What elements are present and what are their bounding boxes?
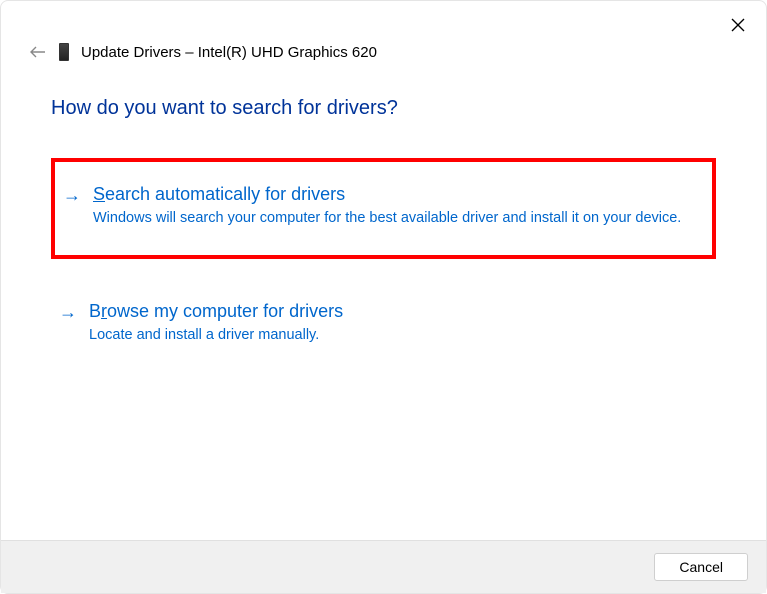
dialog-title: Update Drivers – Intel(R) UHD Graphics 6… [81,44,377,61]
arrow-right-icon: → [63,184,81,206]
option-search-auto[interactable]: → Search automatically for drivers Windo… [51,158,716,259]
device-icon [59,43,69,61]
close-icon [731,18,745,32]
dialog-content: How do you want to search for drivers? →… [1,61,766,365]
arrow-right-icon: → [59,301,77,323]
back-arrow-icon [30,46,46,58]
close-button[interactable] [726,13,750,37]
option-title: Search automatically for drivers [93,184,694,205]
prompt-heading: How do you want to search for drivers? [51,97,716,120]
option-description: Windows will search your computer for th… [93,209,694,229]
cancel-button[interactable]: Cancel [654,553,748,581]
dialog-header: Update Drivers – Intel(R) UHD Graphics 6… [1,1,766,61]
option-browse[interactable]: → Browse my computer for drivers Locate … [51,283,716,366]
back-button[interactable] [29,46,47,58]
dialog-footer: Cancel [1,540,766,593]
option-description: Locate and install a driver manually. [89,326,698,346]
option-title: Browse my computer for drivers [89,301,698,322]
